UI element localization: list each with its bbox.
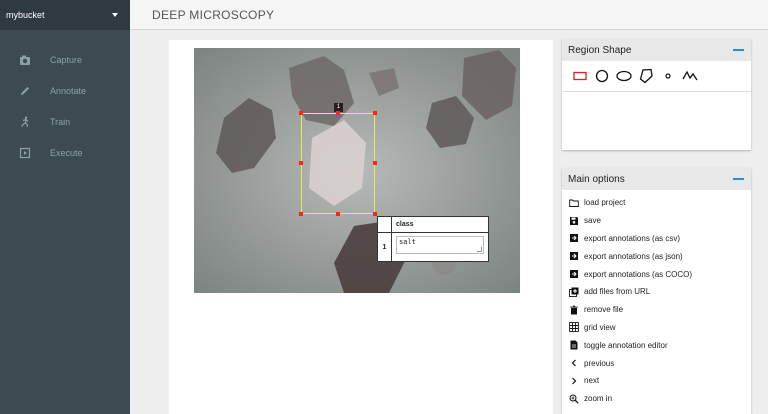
point-icon xyxy=(665,73,671,79)
trash-icon xyxy=(570,305,578,315)
floppy-icon xyxy=(570,216,578,225)
row-id-header xyxy=(378,217,392,232)
option-label: load project xyxy=(584,198,626,208)
ellipse-shape-button[interactable] xyxy=(613,66,635,86)
annotation-canvas-panel: 1 class 1 salt xyxy=(169,40,553,414)
sidebar-item-label: Annotate xyxy=(50,85,87,96)
grid-icon xyxy=(569,322,579,333)
option-label: grid view xyxy=(584,322,616,332)
sidebar-item-label: Execute xyxy=(50,147,83,158)
chevron-left-icon xyxy=(571,359,576,367)
zoom-in-icon xyxy=(569,394,579,404)
option-label: next xyxy=(584,376,600,386)
bounding-box[interactable] xyxy=(301,113,375,214)
sidebar-item-annotate[interactable]: Annotate xyxy=(0,75,130,106)
play-document-icon xyxy=(19,147,31,158)
main-options-card: Main options load project save export an… xyxy=(562,168,751,414)
resize-handle[interactable] xyxy=(299,212,303,216)
class-value: salt xyxy=(399,238,416,246)
main-options-header[interactable]: Main options xyxy=(562,168,751,190)
sidebar-item-label: Capture xyxy=(50,54,83,65)
resize-handle[interactable] xyxy=(336,111,340,115)
option-label: export annotations (as csv) xyxy=(584,233,681,243)
attribute-column-header: class xyxy=(396,221,414,228)
sidebar-item-capture[interactable]: Capture xyxy=(0,44,130,75)
bucket-selector[interactable]: mybucket xyxy=(0,0,130,30)
attributes-header: class xyxy=(378,217,488,233)
chevron-right-icon xyxy=(572,377,577,385)
resize-grip-icon[interactable] xyxy=(477,247,482,252)
attribute-cell: salt xyxy=(392,233,488,261)
export-coco-option[interactable]: export annotations (as COCO) xyxy=(562,265,751,283)
export-icon xyxy=(570,270,578,279)
circle-icon xyxy=(595,69,609,83)
sidebar-item-train[interactable]: Train xyxy=(0,106,130,137)
save-option[interactable]: save xyxy=(562,212,751,230)
class-value-input[interactable]: salt xyxy=(396,236,484,254)
region-shape-header[interactable]: Region Shape xyxy=(562,39,751,61)
polyline-icon xyxy=(682,70,698,81)
collapse-icon[interactable] xyxy=(733,178,744,180)
option-label: export annotations (as COCO) xyxy=(584,269,693,279)
top-header: DEEP MICROSCOPY xyxy=(130,0,768,30)
bucket-name: mybucket xyxy=(6,10,45,20)
region-shape-card: Region Shape xyxy=(562,39,751,150)
document-icon xyxy=(570,340,578,350)
resize-handle[interactable] xyxy=(373,161,377,165)
page-title: DEEP MICROSCOPY xyxy=(152,7,275,22)
previous-option[interactable]: previous xyxy=(562,354,751,372)
add-library-icon xyxy=(569,287,579,297)
option-label: zoom in xyxy=(584,394,613,404)
pencil-icon xyxy=(21,86,29,95)
option-label: previous xyxy=(584,358,615,368)
circle-shape-button[interactable] xyxy=(591,66,613,86)
next-option[interactable]: next xyxy=(562,372,751,390)
export-json-option[interactable]: export annotations (as json) xyxy=(562,247,751,265)
polyline-shape-button[interactable] xyxy=(679,66,701,86)
sidebar-nav: Capture Annotate Train Execute xyxy=(0,44,130,168)
shape-toolbar xyxy=(562,61,751,92)
option-label: toggle annotation editor xyxy=(584,340,668,350)
toggle-annotation-editor-option[interactable]: toggle annotation editor xyxy=(562,336,751,354)
point-shape-button[interactable] xyxy=(657,66,679,86)
caret-down-icon xyxy=(112,13,118,17)
row-id: 1 xyxy=(378,233,392,261)
folder-icon xyxy=(569,199,579,207)
region-attributes-editor: class 1 salt xyxy=(377,216,489,262)
grid-view-option[interactable]: grid view xyxy=(562,319,751,337)
option-label: export annotations (as json) xyxy=(584,251,683,261)
collapse-icon[interactable] xyxy=(733,49,744,51)
add-files-url-option[interactable]: add files from URL xyxy=(562,283,751,301)
resize-handle[interactable] xyxy=(373,111,377,115)
attribute-row: 1 salt xyxy=(378,233,488,261)
resize-handle[interactable] xyxy=(336,212,340,216)
sidebar-item-execute[interactable]: Execute xyxy=(0,137,130,168)
export-icon xyxy=(570,234,578,243)
rectangle-shape-button[interactable] xyxy=(569,66,591,86)
remove-file-option[interactable]: remove file xyxy=(562,301,751,319)
polygon-icon xyxy=(639,68,653,84)
rectangle-icon xyxy=(573,71,587,81)
option-label: remove file xyxy=(584,305,624,315)
sidebar-item-label: Train xyxy=(50,116,71,127)
load-project-option[interactable]: load project xyxy=(562,194,751,212)
export-csv-option[interactable]: export annotations (as csv) xyxy=(562,230,751,248)
sidebar: mybucket Capture Annotate Train Execute xyxy=(0,0,130,414)
ellipse-icon xyxy=(616,70,632,82)
running-figure-icon xyxy=(21,116,29,127)
region-shape-title: Region Shape xyxy=(568,44,632,56)
options-list: load project save export annotations (as… xyxy=(562,190,751,408)
option-label: add files from URL xyxy=(584,287,651,297)
polygon-shape-button[interactable] xyxy=(635,66,657,86)
option-label: save xyxy=(584,216,601,226)
main-options-title: Main options xyxy=(568,173,625,185)
camera-icon xyxy=(20,55,30,65)
export-icon xyxy=(570,252,578,261)
resize-handle[interactable] xyxy=(299,161,303,165)
resize-handle[interactable] xyxy=(299,111,303,115)
zoom-in-option[interactable]: zoom in xyxy=(562,390,751,408)
